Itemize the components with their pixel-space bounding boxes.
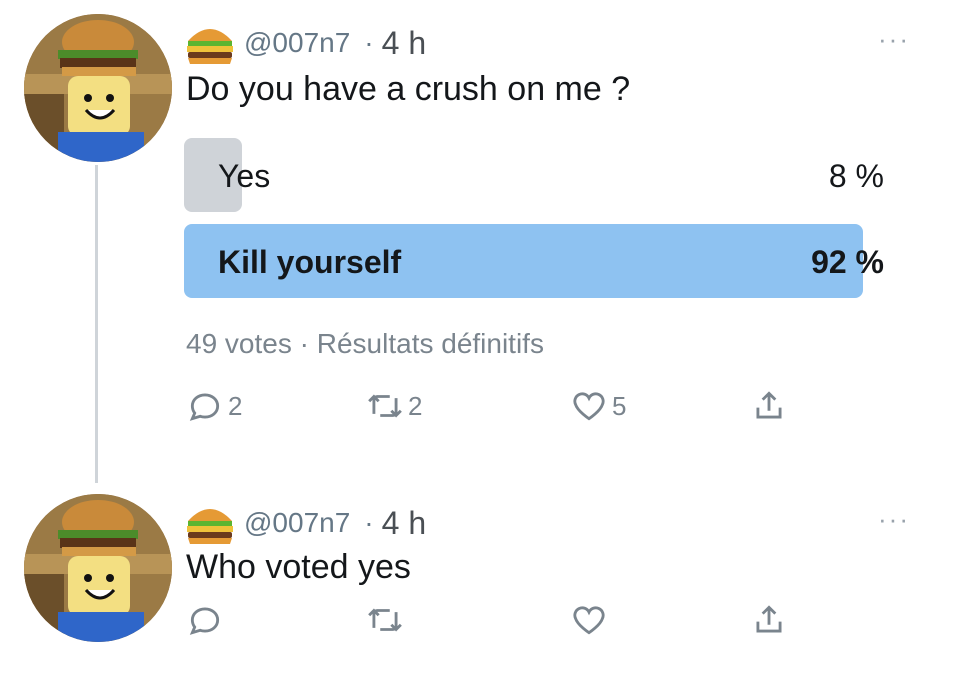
tweet[interactable]: @007n7 · 4 h ··· Who voted yes — [0, 480, 966, 682]
heart-icon — [573, 392, 605, 421]
reply-icon — [189, 607, 220, 635]
share-icon — [756, 391, 782, 419]
poll-votes: 49 votes — [186, 328, 292, 359]
poll-option-label: Kill yourself — [218, 244, 402, 280]
timestamp[interactable]: 4 h — [382, 25, 426, 62]
retweet-icon — [368, 394, 402, 418]
like-count: 5 — [612, 390, 627, 421]
separator-dot: · — [364, 507, 374, 538]
user-handle[interactable]: @007n7 — [244, 507, 350, 539]
more-icon[interactable]: ··· — [878, 504, 910, 535]
user-handle[interactable]: @007n7 — [244, 27, 350, 59]
retweet-icon — [368, 608, 402, 632]
separator-dot: · — [299, 328, 309, 359]
poll-option-yes: Yes 8 % — [184, 138, 888, 212]
poll-option-percent: 8 % — [828, 158, 884, 194]
retweet-count: 2 — [408, 390, 423, 421]
separator-dot: · — [364, 27, 374, 58]
timestamp[interactable]: 4 h — [382, 505, 426, 542]
reply-button[interactable] — [186, 600, 228, 640]
like-button[interactable] — [570, 600, 612, 640]
reply-count: 2 — [228, 390, 243, 421]
retweet-button[interactable] — [366, 600, 408, 640]
reply-button[interactable]: 2 — [186, 386, 242, 426]
reply-icon — [189, 393, 220, 421]
like-button[interactable]: 5 — [570, 386, 626, 426]
tweet[interactable]: @007n7 · 4 h ··· Do you have a crush on … — [0, 0, 966, 483]
avatar[interactable] — [24, 494, 172, 642]
tweet-actions: 2 2 5 — [186, 386, 826, 426]
poll-option-label: Yes — [218, 158, 271, 194]
thread-line — [95, 165, 98, 483]
poll-option-percent: 92 % — [811, 244, 884, 280]
more-icon[interactable]: ··· — [878, 24, 910, 55]
tweet-text: Do you have a crush on me ? — [186, 70, 631, 108]
hamburger-emoji — [187, 509, 233, 544]
retweet-button[interactable]: 2 — [366, 386, 422, 426]
tweet-text: Who voted yes — [186, 548, 411, 586]
hamburger-emoji — [187, 29, 233, 64]
share-button[interactable] — [750, 386, 788, 426]
tweet-actions — [186, 600, 826, 640]
share-icon — [756, 605, 782, 633]
share-button[interactable] — [750, 600, 788, 640]
tweet-header: @007n7 · 4 h — [184, 18, 426, 68]
heart-icon — [573, 606, 605, 635]
poll-option-kill-yourself: Kill yourself 92 % — [184, 224, 888, 298]
avatar[interactable] — [24, 14, 172, 162]
tweet-header: @007n7 · 4 h — [184, 498, 426, 548]
poll-meta: 49 votes · Résultats définitifs — [186, 328, 544, 360]
poll-status: Résultats définitifs — [316, 328, 544, 359]
